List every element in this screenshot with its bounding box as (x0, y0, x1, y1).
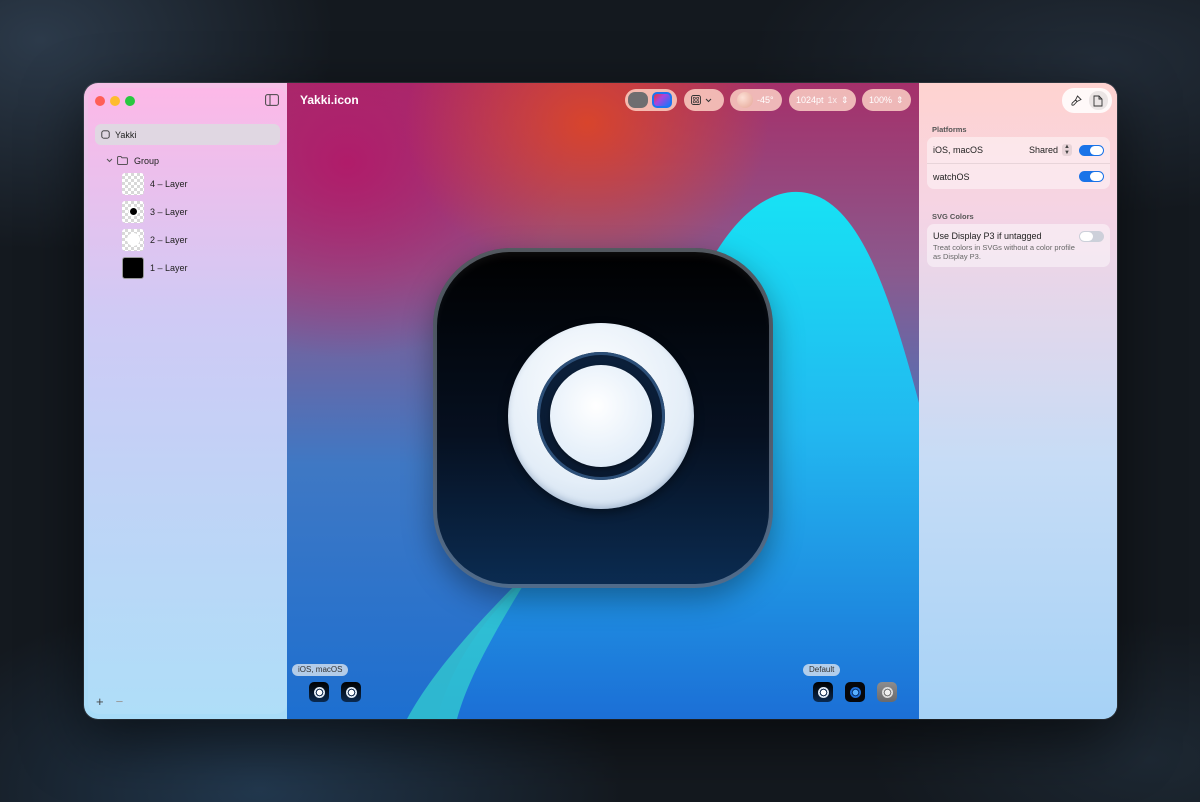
folder-icon (117, 156, 128, 165)
updown-chevron-icon: ⇕ (841, 94, 849, 105)
appearance-toggle[interactable] (625, 89, 677, 111)
appearance-preview-default[interactable] (813, 682, 833, 702)
layer-thumbnail-1 (122, 256, 144, 279)
paintbrush-icon (1070, 95, 1082, 106)
tree-item-root[interactable]: Yakki (95, 124, 280, 145)
icon-canvas: Yakki.icon -45° 1024pt 1x ⇕ 100% ⇕ iOS, … (287, 83, 919, 719)
minimize-window-button[interactable] (110, 96, 120, 106)
grid-icon (691, 95, 701, 105)
layer-row-2[interactable]: 2 – Layer (95, 228, 280, 251)
mono-appearance-swatch[interactable] (628, 92, 648, 108)
chevron-down-icon (705, 98, 712, 102)
document-icon (101, 130, 110, 139)
watchos-toggle[interactable] (1079, 171, 1104, 182)
document-icon (1093, 95, 1103, 106)
platform-row-watchos-label: watchOS (933, 171, 970, 182)
zoom-menu[interactable]: 100% ⇕ (862, 89, 911, 111)
grid-overlay-menu[interactable] (684, 89, 724, 111)
platform-tag: iOS, macOS (292, 664, 349, 676)
remove-layer-button[interactable]: − (116, 694, 124, 709)
platform-mode-select[interactable]: Shared ▲ ▼ (1029, 144, 1072, 156)
platform-row-watchos: watchOS (927, 163, 1110, 189)
light-angle-value: -45° (757, 95, 774, 105)
svg-colors-card: Use Display P3 if untagged Treat colors … (927, 224, 1110, 267)
inspector-tab-bar (1062, 88, 1112, 113)
ios-macos-toggle[interactable] (1079, 144, 1104, 156)
preview-size-menu[interactable]: 1024pt 1x ⇕ (789, 89, 856, 111)
appearance-preview-mono[interactable] (877, 682, 897, 702)
appearance-tag: Default (803, 664, 841, 676)
icon-preview (433, 248, 773, 588)
disclosure-chevron-icon[interactable] (106, 158, 113, 163)
display-p3-text: Use Display P3 if untagged Treat colors … (933, 231, 1078, 261)
layer-thumbnail-4 (122, 172, 144, 195)
layer-row-4-label: 4 – Layer (150, 178, 188, 189)
document-title: Yakki.icon (300, 93, 359, 107)
tree-item-group-label: Group (134, 155, 160, 166)
tab-document[interactable] (1088, 91, 1108, 110)
zoom-window-button[interactable] (125, 96, 135, 106)
preview-scale-value: 1x (827, 95, 838, 105)
platforms-card: iOS, macOS Shared ▲ ▼ watchOS (927, 137, 1110, 189)
zoom-value: 100% (869, 95, 893, 105)
layer-row-4[interactable]: 4 – Layer (95, 172, 280, 195)
platform-row-ios-macos-label: iOS, macOS (933, 145, 984, 155)
app-window: Yakki.icon -45° 1024pt 1x ⇕ 100% ⇕ iOS, … (84, 83, 1117, 719)
close-window-button[interactable] (95, 96, 105, 106)
layer-row-1-label: 1 – Layer (150, 262, 188, 273)
layer-thumbnail-3 (122, 200, 144, 223)
sidebar-toggle-icon[interactable] (265, 94, 279, 106)
platform-preview-ios[interactable] (309, 682, 329, 702)
tree-item-root-label: Yakki (115, 129, 137, 140)
light-angle-knob[interactable] (737, 92, 753, 108)
layer-row-3[interactable]: 3 – Layer (95, 200, 280, 223)
svg-colors-section-title: SVG Colors (932, 212, 974, 221)
tree-item-group[interactable]: Group (95, 150, 280, 171)
platforms-section-title: Platforms (932, 125, 967, 134)
layer-row-2-label: 2 – Layer (150, 234, 188, 245)
icon-inner-disc (550, 365, 652, 467)
updown-chevron-icon: ⇕ (896, 94, 904, 105)
layer-thumbnail-2 (122, 228, 144, 251)
layers-sidebar: Yakki Group 4 – Layer 3 – Layer 2 – Laye… (88, 88, 287, 714)
display-p3-description: Treat colors in SVGs without a color pro… (933, 243, 1075, 261)
display-p3-toggle[interactable] (1079, 231, 1104, 242)
layer-row-3-label: 3 – Layer (150, 206, 188, 217)
display-p3-label: Use Display P3 if untagged (933, 231, 1042, 241)
platform-row-ios-macos: iOS, macOS Shared ▲ ▼ (927, 137, 1110, 163)
tab-appearance[interactable] (1067, 91, 1086, 110)
preview-size-value: 1024pt (796, 95, 824, 105)
inspector-panel: Platforms iOS, macOS Shared ▲ ▼ watchOS S… (919, 83, 1117, 719)
appearance-preview-dark[interactable] (845, 682, 865, 702)
platform-mode-value: Shared (1028, 145, 1058, 155)
light-angle-control[interactable]: -45° (730, 89, 782, 111)
platform-preview-macos[interactable] (341, 682, 361, 702)
sidebar-footer: + − (96, 694, 123, 709)
updown-chevron-icon: ▲ ▼ (1062, 144, 1072, 156)
color-appearance-swatch[interactable] (652, 92, 672, 108)
add-layer-button[interactable]: + (96, 694, 104, 709)
layer-row-1[interactable]: 1 – Layer (95, 256, 280, 279)
